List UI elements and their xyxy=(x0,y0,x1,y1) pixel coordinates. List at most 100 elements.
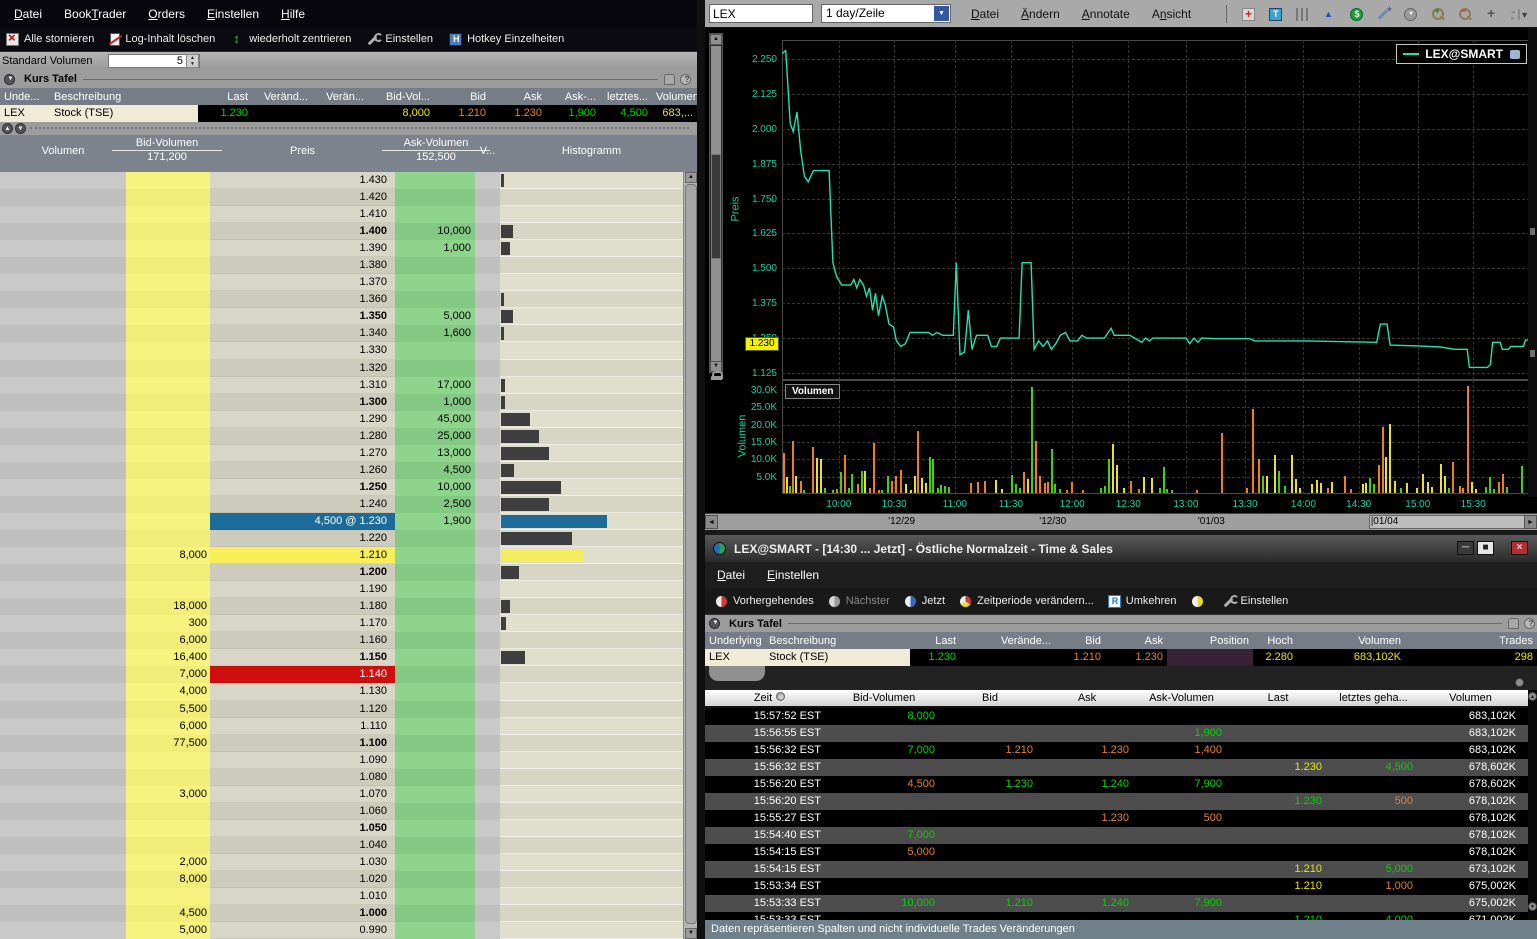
hand-icon[interactable] xyxy=(664,74,675,85)
ladder-price-cell[interactable]: 1.210 xyxy=(210,547,395,564)
chart-menu-annotate[interactable]: Annotate xyxy=(1074,4,1144,24)
ladder-bid-cell[interactable]: 2,000 xyxy=(126,854,210,871)
ladder-price-cell[interactable]: 1.410 xyxy=(210,206,395,223)
ladder-price-cell[interactable]: 1.160 xyxy=(210,632,395,649)
ladder-ask-cell[interactable]: 1,000 xyxy=(395,394,475,411)
collapse-icon[interactable] xyxy=(4,74,15,85)
page-tab[interactable] xyxy=(709,666,765,681)
ladder-bid-cell[interactable] xyxy=(126,820,210,837)
ladder-price-cell[interactable]: 1.070 xyxy=(210,786,395,803)
ladder-ask-cell[interactable] xyxy=(395,820,475,837)
slider-track[interactable] xyxy=(711,259,721,361)
ladder-ask-cell[interactable] xyxy=(395,837,475,854)
ladder-ask-cell[interactable] xyxy=(395,769,475,786)
scrollbar-thumb[interactable] xyxy=(685,184,697,924)
ladder-bid-cell[interactable]: 6,000 xyxy=(126,718,210,735)
ladder-price-cell[interactable]: 1.430 xyxy=(210,172,395,189)
ladder-bid-cell[interactable] xyxy=(126,342,210,359)
price-zoom-slider[interactable]: ▲ ▼ xyxy=(709,33,723,373)
ladder-bid-cell[interactable] xyxy=(126,752,210,769)
ladder-ask-cell[interactable]: 5,000 xyxy=(395,308,475,325)
pattern-icon[interactable] xyxy=(1323,8,1336,21)
reverse-icon[interactable] xyxy=(1108,595,1121,608)
menu-orders[interactable]: Orders xyxy=(140,4,199,24)
toolbar-Alle stornieren[interactable]: Alle stornieren xyxy=(6,33,94,46)
ladder-bid-cell[interactable]: 16,400 xyxy=(126,649,210,666)
tns-quote-table-row[interactable]: LEXStock (TSE)1.2301.2101.2302.280683,10… xyxy=(705,649,1537,666)
ladder-price-cell[interactable]: 1.200 xyxy=(210,564,395,581)
drag-hand-icon[interactable] xyxy=(1510,50,1520,59)
ladder-bid-cell[interactable]: 18,000 xyxy=(126,598,210,615)
scroll-nub[interactable] xyxy=(1530,228,1535,235)
ladder-price-cell[interactable]: 1.110 xyxy=(210,718,395,735)
ladder-bid-cell[interactable] xyxy=(126,411,210,428)
ladder-ask-cell[interactable] xyxy=(395,888,475,905)
ladder-ask-cell[interactable] xyxy=(395,581,475,598)
ladder-bid-cell[interactable]: 6,000 xyxy=(126,632,210,649)
ladder-ask-cell[interactable] xyxy=(395,666,475,683)
ladder-price-cell[interactable]: 1.030 xyxy=(210,854,395,871)
toolbar-wiederholt zentrieren[interactable]: wiederholt zentrieren xyxy=(231,33,351,46)
zoom-in-icon[interactable] xyxy=(1431,8,1444,21)
scroll-up-arrow[interactable]: ▲ xyxy=(1528,692,1537,701)
ladder-ask-cell[interactable]: 13,000 xyxy=(395,445,475,462)
ladder-bid-cell[interactable] xyxy=(126,581,210,598)
panel-divider[interactable] xyxy=(697,0,705,939)
tns-toolbar-help-sphere-icon[interactable] xyxy=(1191,595,1209,608)
ladder-bid-cell[interactable] xyxy=(126,496,210,513)
ladder-bid-cell[interactable] xyxy=(126,530,210,547)
ladder-ask-cell[interactable] xyxy=(395,649,475,666)
standard-volume-stepper[interactable]: ▲▼ xyxy=(186,54,199,68)
recenter-icon[interactable] xyxy=(231,33,244,46)
sales-scrollbar[interactable]: ▲ ▼ xyxy=(1528,690,1537,920)
ladder-price-cell[interactable]: 1.040 xyxy=(210,837,395,854)
ladder-ask-cell[interactable] xyxy=(395,752,475,769)
ladder-price-cell[interactable]: 1.400 xyxy=(210,223,395,240)
chart-menu-ändern[interactable]: Ändern xyxy=(1013,4,1074,24)
slider-up-arrow[interactable]: ▲ xyxy=(710,34,722,45)
ladder-ask-cell[interactable]: 10,000 xyxy=(395,223,475,240)
ladder-ask-cell[interactable] xyxy=(395,922,475,939)
ladder-ask-cell[interactable] xyxy=(395,905,475,922)
chart-menu-datei[interactable]: Datei xyxy=(963,4,1013,24)
ladder-price-cell[interactable]: 1.100 xyxy=(210,735,395,752)
ladder-ask-cell[interactable] xyxy=(395,564,475,581)
ladder-bid-cell[interactable] xyxy=(126,513,210,530)
toolbar-Log-Inhalt löschen[interactable]: Log-Inhalt löschen xyxy=(110,33,215,46)
wrench-icon[interactable] xyxy=(367,33,380,46)
ladder-price-cell[interactable]: 1.390 xyxy=(210,240,395,257)
price-icon[interactable] xyxy=(1350,8,1363,21)
ladder-price-cell[interactable]: 1.290 xyxy=(210,411,395,428)
ladder-bid-cell[interactable] xyxy=(126,325,210,342)
ladder-bid-cell[interactable] xyxy=(126,428,210,445)
ladder-price-cell[interactable]: 1.260 xyxy=(210,462,395,479)
scroll-up-button[interactable]: ▲ xyxy=(2,123,13,134)
zoom-out-icon[interactable] xyxy=(1458,8,1471,21)
ladder-bid-cell[interactable] xyxy=(126,172,210,189)
ladder-bid-cell[interactable] xyxy=(126,394,210,411)
ladder-bid-cell[interactable] xyxy=(126,189,210,206)
ladder-price-cell[interactable]: 1.350 xyxy=(210,308,395,325)
sales-col-header[interactable]: Zeit xyxy=(712,690,827,708)
ladder-price-cell[interactable]: 1.420 xyxy=(210,189,395,206)
ladder-bid-cell[interactable] xyxy=(126,888,210,905)
ladder-price-cell[interactable]: 1.180 xyxy=(210,598,395,615)
minimize-button[interactable]: ─ xyxy=(1457,541,1474,555)
ladder-price-cell[interactable]: 1.280 xyxy=(210,428,395,445)
ladder-bid-cell[interactable]: 5,000 xyxy=(126,922,210,939)
ladder-bid-cell[interactable] xyxy=(126,206,210,223)
ladder-price-cell[interactable]: 1.010 xyxy=(210,888,395,905)
ladder-ask-cell[interactable]: 1,900 xyxy=(395,513,475,530)
sales-col-header[interactable]: Bid-Volumen xyxy=(827,690,941,708)
ladder-price-cell[interactable]: 1.060 xyxy=(210,803,395,820)
tns-toolbar-Einstellen[interactable]: Einstellen xyxy=(1223,595,1289,608)
maximize-button[interactable]: ■ xyxy=(1477,541,1494,555)
ladder-bid-cell[interactable] xyxy=(126,479,210,496)
ladder-ask-cell[interactable] xyxy=(395,718,475,735)
ladder-bid-cell[interactable] xyxy=(126,769,210,786)
tns-toolbar-Zeitperiode verändern...[interactable]: Zeitperiode verändern... xyxy=(959,595,1094,608)
symbol-input[interactable] xyxy=(709,4,813,23)
ladder-ask-cell[interactable] xyxy=(395,615,475,632)
ladder-ask-cell[interactable] xyxy=(395,854,475,871)
menu-datei[interactable]: Datei xyxy=(6,4,56,24)
